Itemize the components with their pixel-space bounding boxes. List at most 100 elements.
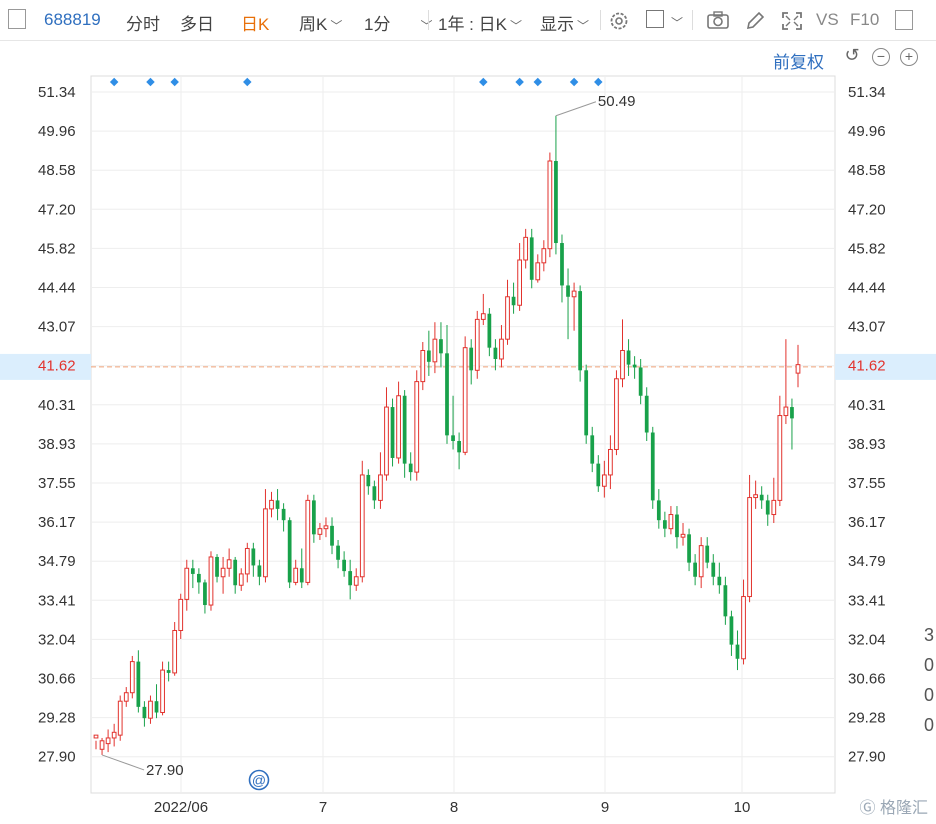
y-tick-label-left: 38.93 [38,436,76,453]
candle-body-down [729,616,734,645]
candle-body-up [414,381,420,473]
candle-body-down [402,395,407,464]
candle-body-up [432,338,438,363]
high-annotation-leader [555,101,597,117]
candle-body-down [311,500,316,535]
candle-body-down [626,350,631,365]
candle-body-up [535,262,541,281]
x-axis: 2022/06 7 8 9 10 [154,799,750,816]
y-tick-label-left: 30.66 [38,671,76,688]
x-tick-label: 8 [450,799,458,816]
y-tick-label-right: 43.07 [848,319,886,336]
candle-body-up [747,497,752,598]
candle-body-down [426,350,431,362]
x-tick-label: 9 [601,799,609,816]
candle-body-up [172,629,178,674]
y-tick-label-right: 38.93 [848,436,886,453]
candle-body-down [596,463,601,487]
candle-body-up [608,448,613,476]
candle-body-down [372,486,377,501]
candle-body-up [99,740,105,750]
x-tick-label: 10 [734,799,751,816]
candle-body-up [226,559,232,569]
candle-body-up [783,406,789,417]
candle-body-up [105,737,111,745]
candle-body-down [190,568,195,574]
candle-body-down [197,573,201,583]
candle-body-down [711,562,716,577]
event-marker-diamond [109,77,119,87]
y-tick-label-left: 37.55 [38,475,76,492]
candle-body-down [299,568,304,583]
candle-body-down [136,661,141,707]
y-tick-label-right: 32.04 [848,631,886,648]
candle-body-down [560,243,564,286]
candle-body-up [474,318,480,371]
candle-body-up [668,514,674,530]
candle-body-down [566,285,570,297]
candle-body-up [293,567,299,583]
y-tick-label-left: 34.79 [38,553,76,570]
candle-body-down [251,548,256,566]
right-edge-value: 0 [924,655,935,675]
at-icon[interactable]: @ [248,769,270,791]
candle-body-down [233,559,238,586]
watermark-logo: Ⓖ 格隆汇 [859,800,928,817]
candle-body-up [777,415,783,501]
y-axis-left: 51.34 49.96 48.58 47.20 45.82 44.44 43.07 41.62… [38,84,76,766]
y-tick-label-right: 45.82 [848,240,886,257]
candle-body-up [359,474,365,578]
candle-body-down [735,644,740,659]
candle-body-down [439,339,443,354]
right-edge-value: 3 [924,625,935,645]
candle-body-down [759,494,764,501]
candles [93,115,801,755]
candle-body-up [396,395,401,459]
candle-body-down [765,500,770,515]
candle-body-down [457,441,461,453]
candle-body-up [680,533,686,538]
candle-body-up [117,700,123,736]
candle-body-up [541,248,547,264]
candle-body-down [632,364,637,368]
y-tick-label-right: 51.34 [848,84,886,101]
y-tick-label-right: 27.90 [848,749,886,766]
candle-body-down [342,559,346,572]
y-tick-label-right: 36.17 [848,514,886,531]
candle-body-down [445,353,449,436]
high-annotation-label: 50.49 [598,93,636,110]
candlestick-chart[interactable]: 50.49 27.90 51.34 49.96 48.58 47.20 45.82 44.4… [0,0,936,824]
candle-body-down [408,463,413,473]
candle-body-down [693,562,697,577]
candle-body-up [93,734,99,739]
candle-body-down [529,237,534,280]
y-tick-label-right: 41.62 [848,358,886,375]
y-axis-right: 51.34 49.96 48.58 47.20 45.82 44.44 43.07 41.62… [848,84,886,766]
candle-body-down [215,556,219,577]
candle-body-up [620,349,625,380]
y-tick-label-left: 48.58 [38,162,76,179]
candle-body-up [771,499,777,516]
x-tick-label: 2022/06 [154,799,208,816]
y-tick-label-left: 33.41 [38,592,76,609]
candle-body-up [384,406,389,476]
candle-body-up [160,669,165,714]
candle-body-down [584,370,589,436]
candle-body-up [505,296,510,340]
candle-body-up [547,160,553,250]
candle-body-up [220,567,226,578]
candle-body-down [705,545,710,563]
candle-body-down [142,706,147,719]
candle-body-up [269,499,274,510]
candle-body-up [305,499,311,583]
candle-body-up [208,556,214,606]
candle-body-down [687,534,691,563]
candle-body-down [662,520,667,529]
candle-body-up [517,259,522,306]
candle-body-up [753,494,759,499]
candle-body-down [390,407,395,458]
candle-body-down [366,474,371,487]
candle-body-down [554,161,558,244]
y-tick-label-left: 45.82 [38,240,76,257]
right-edge-values: 3 0 0 0 [924,620,936,740]
